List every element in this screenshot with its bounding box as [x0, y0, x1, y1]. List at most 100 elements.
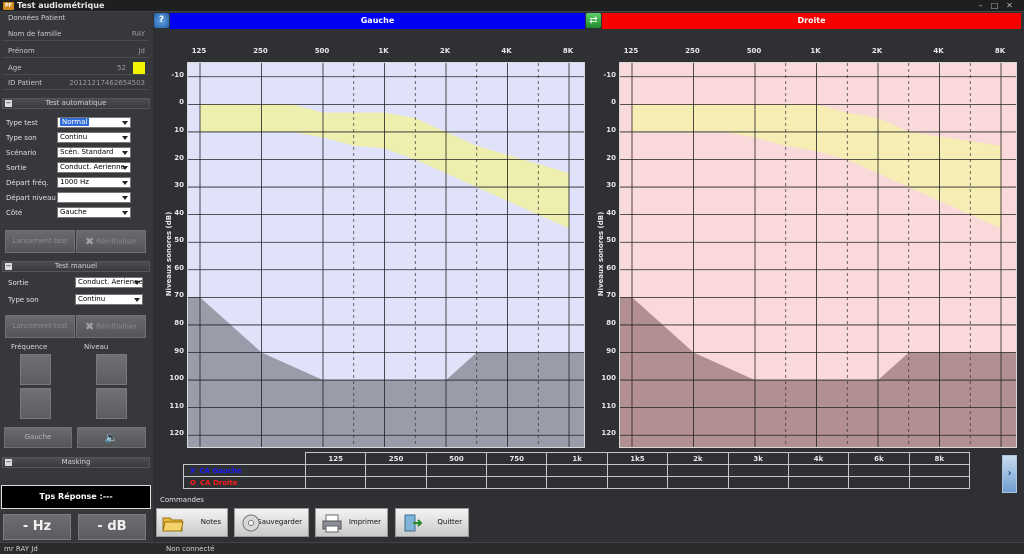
help-icon[interactable]: ?: [154, 13, 169, 28]
exit-door-icon: [404, 514, 423, 532]
table-row: O CA Droite: [183, 476, 971, 489]
y-tick-label: 20: [606, 153, 616, 162]
patient-value[interactable]: RAY: [60, 28, 145, 41]
y-tick-label: 10: [606, 125, 616, 134]
table-cell[interactable]: [546, 476, 608, 489]
auto-reset-button[interactable]: ✖ Réinitialiser: [76, 230, 146, 253]
select-value: 1000 Hz: [60, 178, 89, 186]
right-marker-icon: O: [190, 478, 196, 487]
auto-launch-button[interactable]: Lancement test: [5, 230, 75, 253]
frequency-down-button[interactable]: [20, 388, 51, 419]
frequency-up-button[interactable]: [20, 354, 51, 385]
table-scroll-right-button[interactable]: ›: [1002, 455, 1017, 493]
row-label-left: X CA Gauche: [183, 464, 306, 477]
patient-value[interactable]: 52: [60, 62, 126, 75]
y-tick-label: -10: [603, 70, 616, 79]
table-cell[interactable]: [908, 476, 971, 489]
auto-test-header[interactable]: − Test automatique: [2, 98, 150, 109]
patient-value[interactable]: Jd: [60, 45, 145, 58]
table-cell[interactable]: [787, 476, 850, 489]
manual-reset-button[interactable]: ✖ Réinitialiser: [76, 315, 146, 338]
x-tick-label: 1K: [810, 47, 821, 55]
table-corner: [183, 452, 306, 465]
maximize-icon[interactable]: □: [988, 1, 1001, 11]
x-tick-label: 125: [623, 47, 639, 55]
table-cell[interactable]: [486, 476, 548, 489]
table-cell[interactable]: [667, 476, 729, 489]
play-tone-button[interactable]: 🔈: [77, 427, 146, 448]
left-channel-bar[interactable]: Gauche: [170, 13, 585, 29]
swap-icon[interactable]: ⇄: [586, 13, 601, 28]
status-user: mr RAY Jd: [4, 545, 38, 553]
print-button[interactable]: Imprimer: [315, 508, 388, 537]
y-tick-label: 120: [169, 429, 184, 438]
collapse-icon[interactable]: −: [5, 459, 12, 466]
close-icon[interactable]: ✕: [1003, 1, 1016, 11]
field-label: Scénario: [6, 149, 37, 157]
table-cell[interactable]: [304, 476, 367, 489]
sortie-select[interactable]: Conduct. Aerienne: [57, 162, 131, 173]
masking-header[interactable]: − Masking: [2, 457, 150, 468]
right-channel-bar[interactable]: Droite: [602, 13, 1021, 29]
table-cell[interactable]: [727, 476, 789, 489]
table-cell[interactable]: [546, 464, 608, 477]
y-tick-label: 0: [179, 98, 184, 107]
y-tick-label: 80: [606, 318, 616, 327]
manual-sortie-select[interactable]: Conduct. Aerienne: [75, 277, 143, 288]
field-label: Type son: [8, 296, 39, 304]
side-button[interactable]: Gauche: [4, 427, 72, 448]
table-cell[interactable]: [486, 464, 548, 477]
table-cell[interactable]: [606, 476, 669, 489]
chevron-right-icon: ›: [1007, 468, 1012, 479]
scenario-select[interactable]: Scén. Standard: [57, 147, 131, 158]
table-cell[interactable]: [606, 464, 669, 477]
manual-test-header[interactable]: − Test manuel: [2, 261, 150, 272]
table-cell[interactable]: [667, 464, 729, 477]
y-tick-label: 100: [169, 374, 184, 383]
x-tick-label: 2K: [439, 47, 451, 55]
notes-button[interactable]: Notes: [156, 508, 228, 537]
manual-launch-button[interactable]: Lancement test: [5, 315, 75, 338]
x-tick-label: 2K: [871, 47, 883, 55]
table-header-cell: 1k: [546, 452, 608, 465]
table-cell[interactable]: [727, 464, 789, 477]
plot-area[interactable]: [619, 62, 1017, 448]
manual-field-sortie: Sortie Conduct. Aerienne: [0, 277, 150, 290]
table-cell[interactable]: [304, 464, 367, 477]
level-up-button[interactable]: [96, 354, 127, 385]
minimize-icon[interactable]: –: [974, 1, 987, 11]
level-down-button[interactable]: [96, 388, 127, 419]
button-label: Réinitialiser: [96, 237, 138, 246]
table-cell[interactable]: [908, 464, 971, 477]
table-cell[interactable]: [787, 464, 850, 477]
quit-button[interactable]: Quitter: [395, 508, 469, 537]
type-test-select[interactable]: Normal: [57, 117, 131, 128]
table-cell[interactable]: [365, 476, 427, 489]
depart-niveau-select[interactable]: [57, 192, 131, 203]
select-value: Normal: [60, 118, 90, 126]
table-cell[interactable]: [425, 464, 488, 477]
manual-type-son-select[interactable]: Continu: [75, 294, 143, 305]
table-cell[interactable]: [425, 476, 488, 489]
patient-label: Prénom: [8, 47, 35, 55]
table-header-cell: 750: [486, 452, 548, 465]
patient-value[interactable]: 20121217462654503: [60, 77, 145, 90]
save-button[interactable]: Sauvegarder: [234, 508, 309, 537]
collapse-icon[interactable]: −: [5, 263, 12, 270]
field-label: Départ fréq.: [6, 179, 49, 187]
plot-area[interactable]: [187, 62, 585, 448]
table-cell[interactable]: [848, 464, 910, 477]
table-header-cell: 250: [365, 452, 427, 465]
cote-select[interactable]: Gauche: [57, 207, 131, 218]
audiometry-window: PF Test audiométrique – □ ✕ Données Pati…: [0, 0, 1024, 554]
table-cell[interactable]: [365, 464, 427, 477]
audiogram-svg: [620, 63, 1016, 447]
patient-section-title: Données Patient: [8, 14, 66, 22]
depart-freq-select[interactable]: 1000 Hz: [57, 177, 131, 188]
type-son-select[interactable]: Continu: [57, 132, 131, 143]
collapse-icon[interactable]: −: [5, 100, 12, 107]
table-cell[interactable]: [848, 476, 910, 489]
disc-icon: [242, 514, 260, 532]
y-tick-label: 110: [601, 401, 616, 410]
field-scenario: Scénario Scén. Standard: [0, 147, 150, 160]
